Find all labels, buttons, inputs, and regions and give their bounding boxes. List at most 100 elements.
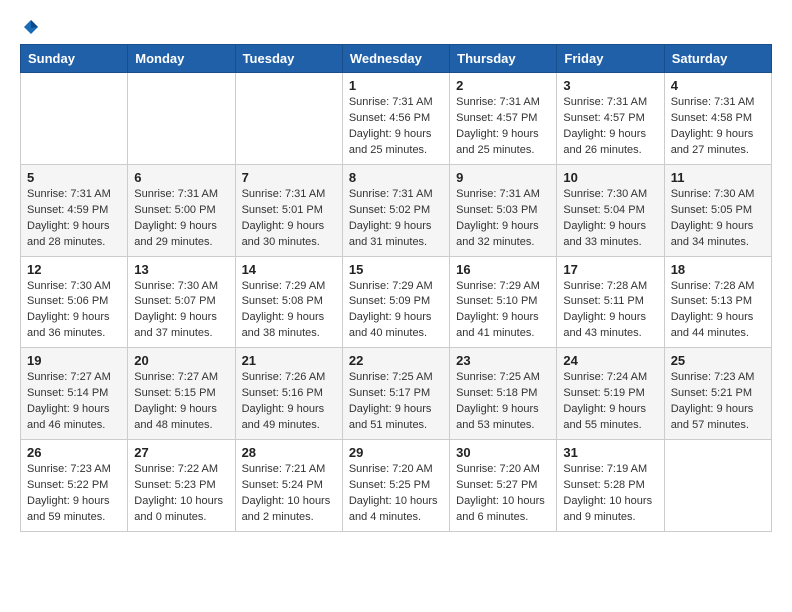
calendar-cell: 26 Sunrise: 7:23 AM Sunset: 5:22 PM Dayli… <box>21 440 128 532</box>
day-info: Sunrise: 7:24 AM Sunset: 5:19 PM Dayligh… <box>563 370 657 434</box>
day-number: 23 <box>456 353 550 368</box>
day-info: Sunrise: 7:30 AM Sunset: 5:07 PM Dayligh… <box>134 279 228 343</box>
day-info: Sunrise: 7:30 AM Sunset: 5:06 PM Dayligh… <box>27 279 121 343</box>
calendar-cell: 29 Sunrise: 7:20 AM Sunset: 5:25 PM Dayli… <box>342 440 449 532</box>
calendar-cell <box>235 73 342 165</box>
day-info: Sunrise: 7:28 AM Sunset: 5:11 PM Dayligh… <box>563 279 657 343</box>
calendar-cell: 27 Sunrise: 7:22 AM Sunset: 5:23 PM Dayli… <box>128 440 235 532</box>
calendar-table: SundayMondayTuesdayWednesdayThursdayFrid… <box>20 44 772 532</box>
day-number: 31 <box>563 445 657 460</box>
day-info: Sunrise: 7:31 AM Sunset: 4:57 PM Dayligh… <box>563 95 657 159</box>
page: SundayMondayTuesdayWednesdayThursdayFrid… <box>0 0 792 550</box>
calendar-cell: 16 Sunrise: 7:29 AM Sunset: 5:10 PM Dayli… <box>450 256 557 348</box>
logo-text <box>20 18 40 38</box>
day-info: Sunrise: 7:22 AM Sunset: 5:23 PM Dayligh… <box>134 462 228 526</box>
logo <box>20 18 40 34</box>
header <box>20 18 772 34</box>
day-number: 9 <box>456 170 550 185</box>
calendar-cell <box>21 73 128 165</box>
day-number: 17 <box>563 262 657 277</box>
day-number: 28 <box>242 445 336 460</box>
calendar-cell: 4Sunrise: 7:31 AM Sunset: 4:58 PM Daylig… <box>664 73 771 165</box>
day-info: Sunrise: 7:27 AM Sunset: 5:15 PM Dayligh… <box>134 370 228 434</box>
day-number: 19 <box>27 353 121 368</box>
calendar-cell: 15 Sunrise: 7:29 AM Sunset: 5:09 PM Dayli… <box>342 256 449 348</box>
weekday-header-monday: Monday <box>128 45 235 73</box>
day-number: 1 <box>349 78 443 93</box>
calendar-cell: 3 Sunrise: 7:31 AM Sunset: 4:57 PM Daylig… <box>557 73 664 165</box>
weekday-header-friday: Friday <box>557 45 664 73</box>
calendar-cell: 22Sunrise: 7:25 AM Sunset: 5:17 PM Dayli… <box>342 348 449 440</box>
day-number: 6 <box>134 170 228 185</box>
day-number: 7 <box>242 170 336 185</box>
calendar-cell: 17 Sunrise: 7:28 AM Sunset: 5:11 PM Dayli… <box>557 256 664 348</box>
day-info: Sunrise: 7:23 AM Sunset: 5:21 PM Dayligh… <box>671 370 765 434</box>
day-info: Sunrise: 7:28 AM Sunset: 5:13 PM Dayligh… <box>671 279 765 343</box>
day-number: 15 <box>349 262 443 277</box>
day-number: 5 <box>27 170 121 185</box>
day-number: 20 <box>134 353 228 368</box>
day-number: 18 <box>671 262 765 277</box>
day-info: Sunrise: 7:31 AM Sunset: 4:56 PM Dayligh… <box>349 95 443 159</box>
calendar-cell <box>128 73 235 165</box>
calendar-cell: 31 Sunrise: 7:19 AM Sunset: 5:28 PM Dayli… <box>557 440 664 532</box>
day-info: Sunrise: 7:23 AM Sunset: 5:22 PM Dayligh… <box>27 462 121 526</box>
calendar-cell: 20 Sunrise: 7:27 AM Sunset: 5:15 PM Dayli… <box>128 348 235 440</box>
day-number: 25 <box>671 353 765 368</box>
calendar-week-1: 1 Sunrise: 7:31 AM Sunset: 4:56 PM Daylig… <box>21 73 772 165</box>
calendar-week-2: 5 Sunrise: 7:31 AM Sunset: 4:59 PM Daylig… <box>21 164 772 256</box>
day-number: 16 <box>456 262 550 277</box>
day-info: Sunrise: 7:30 AM Sunset: 5:05 PM Dayligh… <box>671 187 765 251</box>
calendar-cell: 19 Sunrise: 7:27 AM Sunset: 5:14 PM Dayli… <box>21 348 128 440</box>
calendar-week-5: 26 Sunrise: 7:23 AM Sunset: 5:22 PM Dayli… <box>21 440 772 532</box>
calendar-cell: 30 Sunrise: 7:20 AM Sunset: 5:27 PM Dayli… <box>450 440 557 532</box>
day-number: 13 <box>134 262 228 277</box>
day-number: 22 <box>349 353 443 368</box>
calendar-cell: 7 Sunrise: 7:31 AM Sunset: 5:01 PM Daylig… <box>235 164 342 256</box>
day-number: 29 <box>349 445 443 460</box>
calendar-cell: 24 Sunrise: 7:24 AM Sunset: 5:19 PM Dayli… <box>557 348 664 440</box>
day-info: Sunrise: 7:25 AM Sunset: 5:18 PM Dayligh… <box>456 370 550 434</box>
calendar-cell: 14 Sunrise: 7:29 AM Sunset: 5:08 PM Dayli… <box>235 256 342 348</box>
day-number: 26 <box>27 445 121 460</box>
day-info: Sunrise: 7:29 AM Sunset: 5:08 PM Dayligh… <box>242 279 336 343</box>
day-number: 12 <box>27 262 121 277</box>
day-number: 11 <box>671 170 765 185</box>
weekday-header-sunday: Sunday <box>21 45 128 73</box>
weekday-header-saturday: Saturday <box>664 45 771 73</box>
calendar-week-3: 12 Sunrise: 7:30 AM Sunset: 5:06 PM Dayli… <box>21 256 772 348</box>
calendar-cell: 5 Sunrise: 7:31 AM Sunset: 4:59 PM Daylig… <box>21 164 128 256</box>
day-info: Sunrise: 7:31 AM Sunset: 4:59 PM Dayligh… <box>27 187 121 251</box>
calendar-cell: 1 Sunrise: 7:31 AM Sunset: 4:56 PM Daylig… <box>342 73 449 165</box>
day-info: Sunrise: 7:31 AM Sunset: 5:01 PM Dayligh… <box>242 187 336 251</box>
day-number: 2 <box>456 78 550 93</box>
calendar-cell: 23 Sunrise: 7:25 AM Sunset: 5:18 PM Dayli… <box>450 348 557 440</box>
weekday-header-thursday: Thursday <box>450 45 557 73</box>
day-number: 24 <box>563 353 657 368</box>
day-number: 14 <box>242 262 336 277</box>
day-info: Sunrise: 7:29 AM Sunset: 5:09 PM Dayligh… <box>349 279 443 343</box>
calendar-cell: 9Sunrise: 7:31 AM Sunset: 5:03 PM Daylig… <box>450 164 557 256</box>
day-info: Sunrise: 7:30 AM Sunset: 5:04 PM Dayligh… <box>563 187 657 251</box>
weekday-header-tuesday: Tuesday <box>235 45 342 73</box>
day-number: 30 <box>456 445 550 460</box>
calendar-cell: 12 Sunrise: 7:30 AM Sunset: 5:06 PM Dayli… <box>21 256 128 348</box>
day-number: 27 <box>134 445 228 460</box>
day-number: 21 <box>242 353 336 368</box>
day-info: Sunrise: 7:20 AM Sunset: 5:27 PM Dayligh… <box>456 462 550 526</box>
calendar-cell: 11 Sunrise: 7:30 AM Sunset: 5:05 PM Dayli… <box>664 164 771 256</box>
day-info: Sunrise: 7:20 AM Sunset: 5:25 PM Dayligh… <box>349 462 443 526</box>
day-number: 8 <box>349 170 443 185</box>
calendar-cell: 21Sunrise: 7:26 AM Sunset: 5:16 PM Dayli… <box>235 348 342 440</box>
calendar-cell: 8 Sunrise: 7:31 AM Sunset: 5:02 PM Daylig… <box>342 164 449 256</box>
day-info: Sunrise: 7:31 AM Sunset: 5:02 PM Dayligh… <box>349 187 443 251</box>
calendar-cell: 18 Sunrise: 7:28 AM Sunset: 5:13 PM Dayli… <box>664 256 771 348</box>
calendar-week-4: 19 Sunrise: 7:27 AM Sunset: 5:14 PM Dayli… <box>21 348 772 440</box>
weekday-header-row: SundayMondayTuesdayWednesdayThursdayFrid… <box>21 45 772 73</box>
day-number: 3 <box>563 78 657 93</box>
day-info: Sunrise: 7:31 AM Sunset: 4:58 PM Dayligh… <box>671 95 765 159</box>
day-info: Sunrise: 7:29 AM Sunset: 5:10 PM Dayligh… <box>456 279 550 343</box>
calendar-cell: 2Sunrise: 7:31 AM Sunset: 4:57 PM Daylig… <box>450 73 557 165</box>
day-info: Sunrise: 7:19 AM Sunset: 5:28 PM Dayligh… <box>563 462 657 526</box>
day-info: Sunrise: 7:27 AM Sunset: 5:14 PM Dayligh… <box>27 370 121 434</box>
